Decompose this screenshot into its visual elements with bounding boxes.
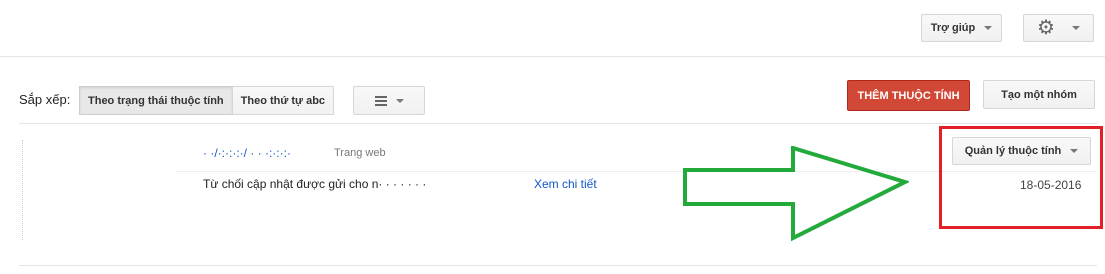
divider <box>19 265 1097 266</box>
chevron-down-icon <box>984 26 993 30</box>
green-arrow-annotation <box>683 146 909 242</box>
site-type-label: Trang web <box>334 147 386 159</box>
chevron-down-icon <box>395 98 404 103</box>
red-highlight-box <box>939 126 1103 229</box>
chevron-down-icon <box>1071 26 1080 30</box>
view-options-button[interactable] <box>353 86 425 115</box>
help-button[interactable]: Trợ giúp <box>921 14 1002 42</box>
sort-label: Sắp xếp: <box>19 92 71 107</box>
gear-icon: ⚙ <box>1037 17 1055 39</box>
divider <box>19 123 1097 124</box>
add-property-button[interactable]: THÊM THUỘC TÍNH <box>847 80 970 111</box>
settings-button[interactable]: ⚙ <box>1023 14 1094 42</box>
create-group-button[interactable]: Tạo một nhóm <box>983 80 1095 109</box>
sort-alphabetical-button[interactable]: Theo thứ tự abc <box>231 86 335 115</box>
arrow-shape <box>683 146 909 242</box>
site-link[interactable]: · ·/·:·:·:·/ · · ·:·:·:· <box>203 146 291 160</box>
sort-by-status-button[interactable]: Theo trạng thái thuộc tính <box>79 86 233 115</box>
help-button-label: Trợ giúp <box>930 22 976 34</box>
site-thumbnail[interactable] <box>22 140 165 240</box>
list-view-icon <box>374 94 387 108</box>
status-message: Từ chối cập nhật được gửi cho n· · · · ·… <box>203 177 427 191</box>
view-details-link[interactable]: Xem chi tiết <box>534 177 597 191</box>
sort-toggle-group: Theo trạng thái thuộc tính Theo thứ tự a… <box>79 86 335 115</box>
